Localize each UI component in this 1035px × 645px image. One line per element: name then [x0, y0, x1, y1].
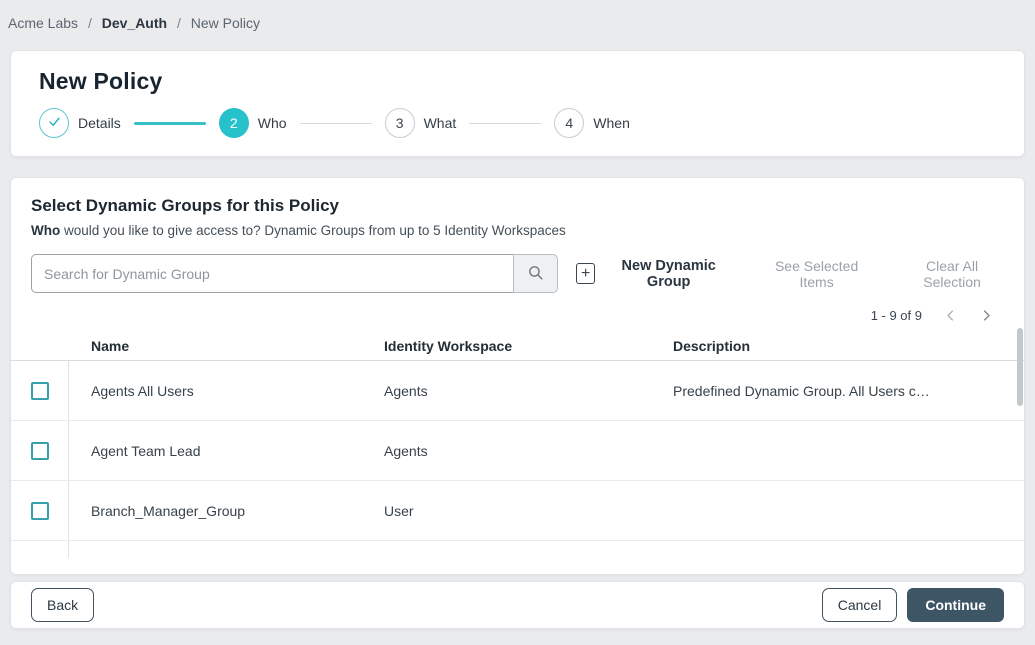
- step-who[interactable]: 2 Who: [219, 108, 287, 138]
- step-when[interactable]: 4 When: [554, 108, 630, 138]
- breadcrumb-separator: /: [88, 15, 92, 31]
- clear-all-selection-button[interactable]: Clear All Selection: [900, 258, 1004, 290]
- cell-name: Agent Team Lead: [69, 443, 362, 459]
- step-who-circle: 2: [219, 108, 249, 138]
- step-connector: [469, 123, 541, 124]
- checkbox-cell: [11, 481, 69, 540]
- section-heading: Select Dynamic Groups for this Policy: [11, 196, 1024, 216]
- page-title: New Policy: [39, 68, 996, 95]
- subheading-text: would you like to give access to? Dynami…: [60, 223, 565, 238]
- search-input[interactable]: [31, 254, 513, 293]
- step-connector: [300, 123, 372, 124]
- search-icon: [527, 264, 544, 284]
- table-row[interactable]: Branch_Manager_Group User: [11, 481, 1024, 541]
- table-row[interactable]: Agent Team Lead Agents: [11, 421, 1024, 481]
- step-who-label: Who: [258, 115, 287, 131]
- breadcrumb-item-acme-labs[interactable]: Acme Labs: [8, 15, 78, 31]
- cancel-button[interactable]: Cancel: [822, 588, 898, 622]
- checkbox-cell: [11, 541, 69, 558]
- dynamic-groups-card: Select Dynamic Groups for this Policy Wh…: [10, 177, 1025, 575]
- step-what[interactable]: 3 What: [385, 108, 457, 138]
- dynamic-groups-table: Name Identity Workspace Description Agen…: [11, 332, 1024, 558]
- breadcrumb: Acme Labs / Dev_Auth / New Policy: [0, 0, 1035, 31]
- breadcrumb-item-new-policy: New Policy: [191, 15, 260, 31]
- section-subheading: Who would you like to give access to? Dy…: [11, 223, 1024, 238]
- pagination-prev-button[interactable]: [943, 308, 958, 323]
- chevron-left-icon: [943, 308, 958, 323]
- column-header-identity-workspace: Identity Workspace: [362, 338, 651, 354]
- step-when-circle: 4: [554, 108, 584, 138]
- new-dynamic-group-button[interactable]: + New Dynamic Group: [576, 258, 733, 290]
- step-what-circle: 3: [385, 108, 415, 138]
- column-header-name: Name: [69, 338, 362, 354]
- table-row[interactable]: Agents All Users Agents Predefined Dynam…: [11, 361, 1024, 421]
- cell-name: Agents All Users: [69, 383, 362, 399]
- pagination: 1 - 9 of 9: [11, 308, 1024, 323]
- plus-icon: +: [576, 263, 595, 284]
- row-checkbox[interactable]: [31, 382, 49, 400]
- breadcrumb-separator: /: [177, 15, 181, 31]
- step-what-label: What: [424, 115, 457, 131]
- back-button[interactable]: Back: [31, 588, 94, 622]
- wizard-header-card: New Policy Details 2 Who 3 What: [10, 50, 1025, 157]
- cell-description: Predefined Dynamic Group. All Users c…: [651, 383, 1024, 399]
- cell-name: Branch_Manager_Group: [69, 503, 362, 519]
- step-details[interactable]: Details: [39, 108, 121, 138]
- chevron-right-icon: [979, 308, 994, 323]
- see-selected-items-button[interactable]: See Selected Items: [761, 258, 872, 290]
- step-connector-done: [134, 122, 206, 125]
- checkbox-cell: [11, 421, 69, 480]
- row-checkbox[interactable]: [31, 442, 49, 460]
- cell-workspace: User: [362, 503, 651, 519]
- check-icon: [47, 114, 62, 132]
- pagination-range: 1 - 9 of 9: [871, 308, 922, 323]
- pagination-next-button[interactable]: [979, 308, 994, 323]
- new-dynamic-group-label: New Dynamic Group: [604, 258, 733, 290]
- search-button[interactable]: [513, 254, 558, 293]
- cell-workspace: Agents: [362, 383, 651, 399]
- subheading-who: Who: [31, 223, 60, 238]
- continue-button[interactable]: Continue: [907, 588, 1004, 622]
- step-details-circle: [39, 108, 69, 138]
- toolbar: + New Dynamic Group See Selected Items C…: [11, 254, 1024, 293]
- checkbox-cell: [11, 361, 69, 420]
- table-row-partial: [11, 541, 1024, 558]
- column-header-description: Description: [651, 338, 1024, 354]
- breadcrumb-item-dev-auth[interactable]: Dev_Auth: [102, 15, 167, 31]
- step-when-label: When: [593, 115, 630, 131]
- table-header-row: Name Identity Workspace Description: [11, 332, 1024, 361]
- footer-action-bar: Back Cancel Continue: [10, 581, 1025, 629]
- wizard-stepper: Details 2 Who 3 What 4 When: [39, 108, 996, 138]
- search-group: [31, 254, 558, 293]
- vertical-scrollbar[interactable]: [1017, 328, 1023, 406]
- page: Acme Labs / Dev_Auth / New Policy New Po…: [0, 0, 1035, 645]
- row-checkbox[interactable]: [31, 502, 49, 520]
- step-details-label: Details: [78, 115, 121, 131]
- footer-right-actions: Cancel Continue: [822, 588, 1004, 622]
- cell-workspace: Agents: [362, 443, 651, 459]
